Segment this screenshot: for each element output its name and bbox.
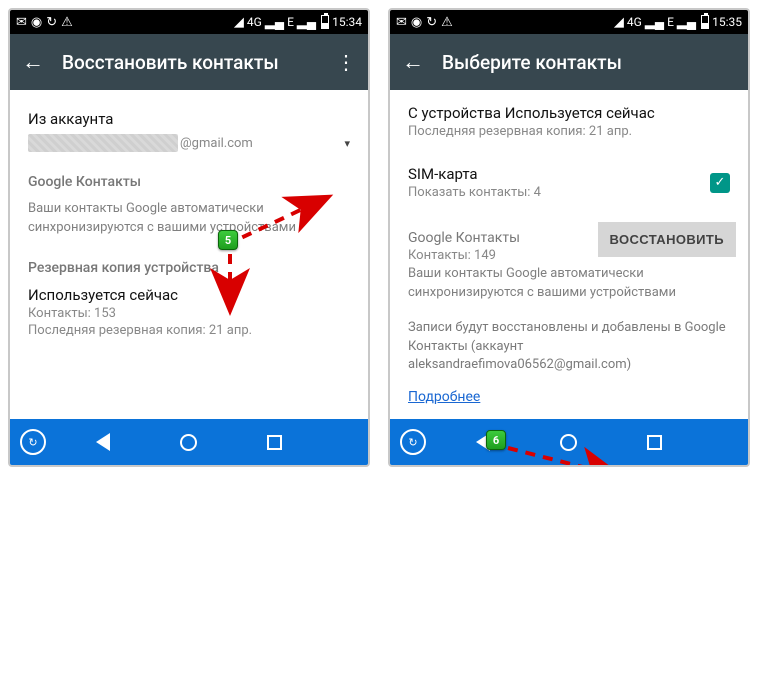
network-label: 4G bbox=[247, 15, 262, 29]
backup-last: Последняя резервная копия: 21 апр. bbox=[28, 323, 350, 338]
content-area: С устройства Используется сейчас Последн… bbox=[390, 90, 748, 419]
sim-sub: Показать контакты: 4 bbox=[408, 185, 710, 200]
more-link[interactable]: Подробнее bbox=[408, 389, 480, 405]
nav-recent-icon[interactable] bbox=[647, 435, 662, 450]
account-dropdown[interactable]: @gmail.com ▾ bbox=[28, 134, 350, 152]
warning-icon: ⚠ bbox=[61, 16, 73, 29]
eye-icon: ◉ bbox=[31, 16, 42, 29]
step-badge-5: 5 bbox=[218, 230, 238, 250]
signal-icon: ▂▄ bbox=[265, 16, 284, 29]
app-title: Выберите контакты bbox=[442, 51, 622, 74]
whatsapp-icon: ✉ bbox=[396, 16, 407, 29]
nav-bar: ↻ bbox=[390, 419, 748, 465]
network-e-label: E bbox=[667, 15, 674, 29]
google-desc: Ваши контакты Google автоматически синхр… bbox=[408, 265, 730, 303]
back-icon[interactable]: ← bbox=[22, 49, 44, 75]
clock: 15:34 bbox=[332, 15, 362, 29]
signal2-icon: ▂▄ bbox=[297, 16, 316, 29]
device-last: Последняя резервная копия: 21 апр. bbox=[408, 124, 730, 139]
backup-contacts: Контакты: 153 bbox=[28, 306, 350, 321]
content-area: Из аккаунта @gmail.com ▾ Google Контакты… bbox=[10, 90, 368, 419]
battery-icon bbox=[701, 15, 709, 29]
google-section-header: Google Контакты bbox=[28, 174, 350, 190]
battery-icon bbox=[321, 15, 329, 29]
assist-icon[interactable]: ↻ bbox=[400, 429, 426, 455]
account-label: Из аккаунта bbox=[28, 110, 350, 128]
restore-button[interactable]: ВОССТАНОВИТЬ bbox=[598, 222, 736, 257]
status-bar: ✉ ◉ ↻ ⚠ ◢ 4G ▂▄ E ▂▄ 15:35 bbox=[390, 10, 748, 34]
app-bar: ← Выберите контакты bbox=[390, 34, 748, 90]
network-e-label: E bbox=[287, 15, 294, 29]
backup-device-row[interactable]: Используется сейчас bbox=[28, 286, 350, 304]
step-badge-6: 6 bbox=[486, 430, 506, 450]
phone-left: ✉ ◉ ↻ ⚠ ◢ 4G ▂▄ E ▂▄ 15:34 ← Восстановит… bbox=[8, 8, 370, 467]
sim-title: SIM-карта bbox=[408, 165, 710, 183]
overflow-icon[interactable]: ⋮ bbox=[336, 50, 356, 74]
account-suffix: @gmail.com bbox=[180, 136, 253, 151]
eye-icon: ◉ bbox=[411, 16, 422, 29]
wifi-icon: ◢ bbox=[614, 16, 624, 29]
sim-checkbox[interactable]: ✓ bbox=[710, 173, 730, 193]
back-icon[interactable]: ← bbox=[402, 49, 424, 75]
warning-icon: ⚠ bbox=[441, 16, 453, 29]
signal2-icon: ▂▄ bbox=[677, 16, 696, 29]
whatsapp-icon: ✉ bbox=[16, 16, 27, 29]
backup-section-header: Резервная копия устройства bbox=[28, 260, 350, 276]
app-title: Восстановить контакты bbox=[62, 51, 279, 74]
google-desc: Ваши контакты Google автоматически синхр… bbox=[28, 200, 350, 238]
sync-icon: ↻ bbox=[426, 16, 437, 29]
network-label: 4G bbox=[627, 15, 642, 29]
signal-icon: ▂▄ bbox=[645, 16, 664, 29]
status-bar: ✉ ◉ ↻ ⚠ ◢ 4G ▂▄ E ▂▄ 15:34 bbox=[10, 10, 368, 34]
clock: 15:35 bbox=[712, 15, 742, 29]
wifi-icon: ◢ bbox=[234, 16, 244, 29]
phone-right: ✉ ◉ ↻ ⚠ ◢ 4G ▂▄ E ▂▄ 15:35 ← Выберите ко… bbox=[388, 8, 750, 467]
dropdown-caret-icon: ▾ bbox=[344, 137, 350, 150]
nav-recent-icon[interactable] bbox=[267, 435, 282, 450]
restore-note: Записи будут восстановлены и добавлены в… bbox=[408, 319, 730, 376]
sim-row[interactable]: SIM-карта Показать контакты: 4 ✓ bbox=[408, 165, 730, 200]
account-redacted bbox=[28, 134, 178, 152]
nav-back-icon[interactable] bbox=[96, 433, 110, 451]
assist-icon[interactable]: ↻ bbox=[20, 429, 46, 455]
nav-bar: ↻ bbox=[10, 419, 368, 465]
device-title: С устройства Используется сейчас bbox=[408, 104, 730, 122]
app-bar: ← Восстановить контакты ⋮ bbox=[10, 34, 368, 90]
sync-icon: ↻ bbox=[46, 16, 57, 29]
nav-home-icon[interactable] bbox=[560, 434, 577, 451]
nav-home-icon[interactable] bbox=[180, 434, 197, 451]
